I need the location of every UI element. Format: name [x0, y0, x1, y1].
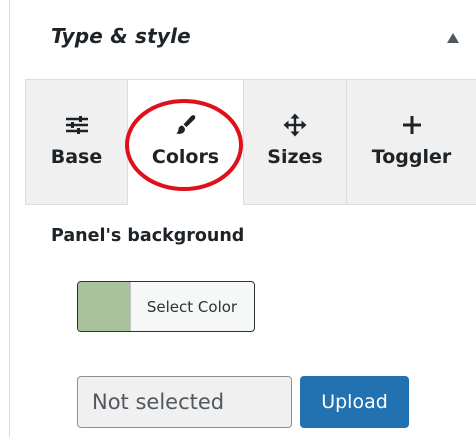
- upload-button[interactable]: Upload: [300, 376, 409, 428]
- tab-colors[interactable]: Colors: [127, 79, 244, 205]
- panel-background-label: Panel's background: [51, 226, 245, 246]
- panel-title: Type & style: [51, 24, 191, 48]
- tab-sizes-label: Sizes: [267, 146, 323, 168]
- tab-toggler-label: Toggler: [371, 146, 452, 168]
- paintbrush-icon: [128, 114, 243, 136]
- move-arrows-icon: [244, 113, 346, 137]
- triangle-up-icon[interactable]: [446, 32, 460, 44]
- color-swatch: [78, 282, 131, 331]
- tab-base[interactable]: Base: [25, 79, 128, 205]
- tab-base-label: Base: [50, 146, 103, 168]
- tab-colors-label: Colors: [151, 146, 220, 168]
- style-tabs: Base Colors Sizes Toggler: [25, 79, 476, 205]
- select-color-label: Select Color: [146, 297, 238, 316]
- select-color-button[interactable]: Select Color: [77, 281, 255, 332]
- panel-header[interactable]: Type & style: [10, 0, 476, 78]
- plus-icon: [347, 114, 476, 136]
- sliders-icon: [26, 114, 127, 136]
- upload-file-field[interactable]: [77, 376, 292, 428]
- tab-toggler[interactable]: Toggler: [346, 79, 476, 205]
- tab-sizes[interactable]: Sizes: [243, 79, 347, 205]
